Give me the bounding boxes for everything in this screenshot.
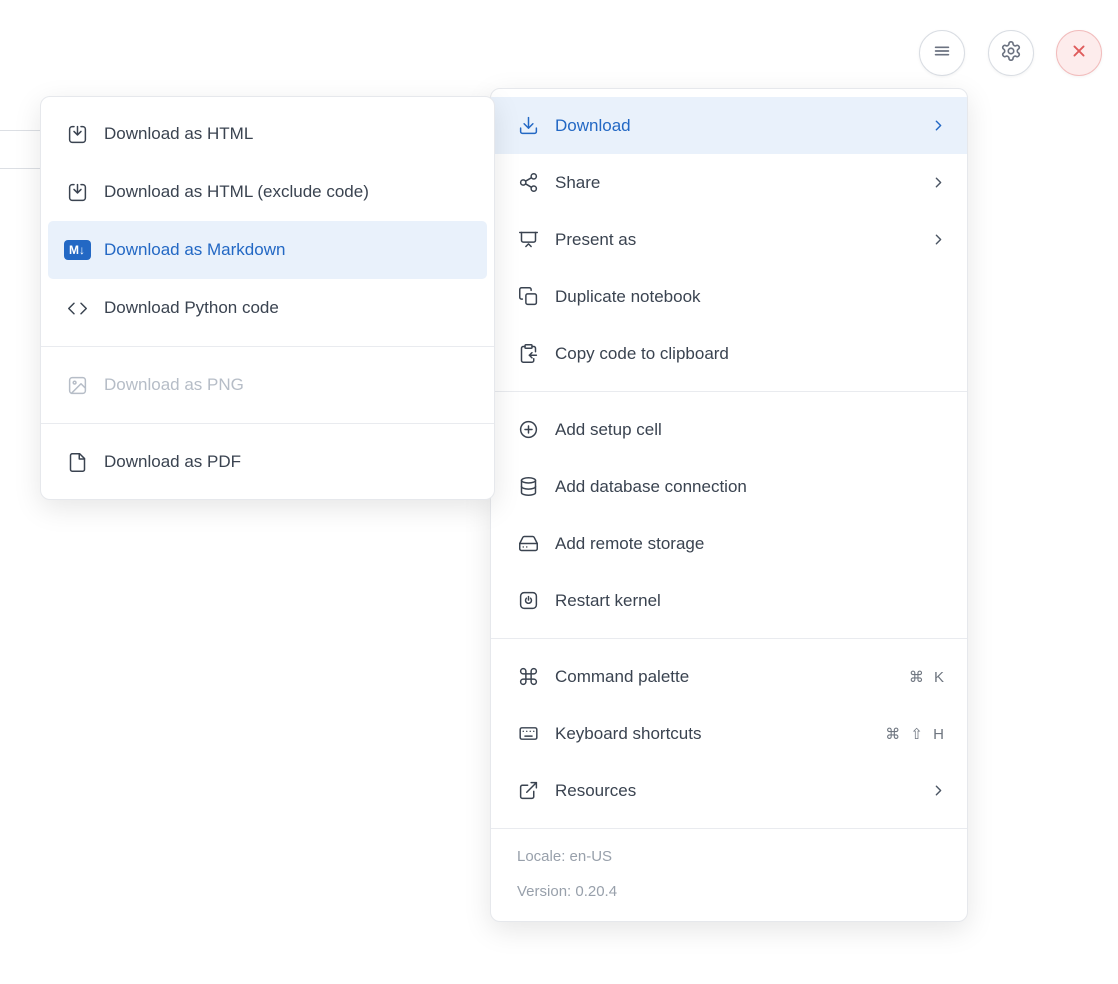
close-button[interactable]	[1056, 30, 1102, 76]
notebook-actions-button[interactable]	[919, 30, 965, 76]
locale-text: Locale: en-US	[517, 839, 941, 874]
keyboard-icon	[517, 723, 539, 745]
menu-item-label: Copy code to clipboard	[555, 344, 947, 364]
menu-item-label: Add setup cell	[555, 420, 947, 440]
menu-item-download[interactable]: Download	[491, 97, 967, 154]
download-submenu: Download as HTML Download as HTML (exclu…	[40, 96, 495, 500]
chevron-right-icon	[929, 782, 947, 800]
menu-item-label: Keyboard shortcuts	[555, 724, 869, 744]
menu-item-label: Resources	[555, 781, 913, 801]
gear-icon	[1000, 40, 1022, 67]
menu-item-share[interactable]: Share	[491, 154, 967, 211]
submenu-item-label: Download as HTML (exclude code)	[104, 182, 474, 202]
settings-button[interactable]	[988, 30, 1034, 76]
box-download-icon	[66, 181, 88, 203]
clipboard-copy-icon	[517, 343, 539, 365]
markdown-badge: M↓	[64, 240, 91, 260]
submenu-item-download-html-exclude-code[interactable]: Download as HTML (exclude code)	[41, 163, 494, 221]
chevron-right-icon	[929, 231, 947, 249]
close-icon	[1068, 40, 1090, 67]
menu-item-label: Command palette	[555, 667, 893, 687]
menu-item-label: Duplicate notebook	[555, 287, 947, 307]
share-icon	[517, 172, 539, 194]
file-icon	[66, 451, 88, 473]
shortcut-hint: ⌘ K	[909, 668, 947, 686]
command-icon	[517, 666, 539, 688]
version-text: Version: 0.20.4	[517, 874, 941, 909]
menu-item-restart-kernel[interactable]: Restart kernel	[491, 572, 967, 629]
menu-item-add-remote-storage[interactable]: Add remote storage	[491, 515, 967, 572]
submenu-item-download-python-code[interactable]: Download Python code	[41, 279, 494, 337]
download-icon	[517, 115, 539, 137]
menu-item-duplicate-notebook[interactable]: Duplicate notebook	[491, 268, 967, 325]
menu-item-label: Share	[555, 173, 913, 193]
hamburger-icon	[931, 40, 953, 67]
submenu-item-label: Download as PNG	[104, 375, 474, 395]
duplicate-icon	[517, 286, 539, 308]
page-edge-line	[0, 168, 40, 169]
power-icon	[517, 590, 539, 612]
external-link-icon	[517, 780, 539, 802]
page-edge-line	[0, 130, 40, 131]
notebook-menu: Download Share Present as Duplicate note…	[490, 88, 968, 922]
circle-plus-icon	[517, 419, 539, 441]
database-icon	[517, 476, 539, 498]
submenu-item-label: Download Python code	[104, 298, 474, 318]
submenu-item-download-markdown[interactable]: M↓ Download as Markdown	[48, 221, 487, 279]
menu-item-present-as[interactable]: Present as	[491, 211, 967, 268]
hard-drive-icon	[517, 533, 539, 555]
menu-item-command-palette[interactable]: Command palette ⌘ K	[491, 648, 967, 705]
image-icon	[66, 374, 88, 396]
submenu-item-download-html[interactable]: Download as HTML	[41, 105, 494, 163]
box-download-icon	[66, 123, 88, 145]
submenu-item-label: Download as HTML	[104, 124, 474, 144]
menu-separator	[491, 391, 967, 392]
menu-item-label: Restart kernel	[555, 591, 947, 611]
menu-item-resources[interactable]: Resources	[491, 762, 967, 819]
menu-item-label: Add remote storage	[555, 534, 947, 554]
menu-item-keyboard-shortcuts[interactable]: Keyboard shortcuts ⌘ ⇧ H	[491, 705, 967, 762]
menu-item-label: Download	[555, 116, 913, 136]
shortcut-hint: ⌘ ⇧ H	[885, 725, 947, 743]
submenu-item-download-pdf[interactable]: Download as PDF	[41, 433, 494, 491]
menu-footer: Locale: en-US Version: 0.20.4	[491, 828, 967, 913]
submenu-item-label: Download as Markdown	[104, 240, 474, 260]
menu-separator	[41, 346, 494, 347]
chevron-right-icon	[929, 174, 947, 192]
menu-item-copy-code[interactable]: Copy code to clipboard	[491, 325, 967, 382]
menu-item-add-setup-cell[interactable]: Add setup cell	[491, 401, 967, 458]
menu-item-add-database-connection[interactable]: Add database connection	[491, 458, 967, 515]
presentation-icon	[517, 229, 539, 251]
markdown-download-icon: M↓	[66, 239, 88, 261]
menu-separator	[491, 638, 967, 639]
submenu-item-download-png: Download as PNG	[41, 356, 494, 414]
menu-separator	[41, 423, 494, 424]
code-icon	[66, 297, 88, 319]
app-canvas: Download Share Present as Duplicate note…	[0, 0, 1118, 984]
chevron-right-icon	[929, 117, 947, 135]
submenu-item-label: Download as PDF	[104, 452, 474, 472]
menu-item-label: Add database connection	[555, 477, 947, 497]
menu-item-label: Present as	[555, 230, 913, 250]
